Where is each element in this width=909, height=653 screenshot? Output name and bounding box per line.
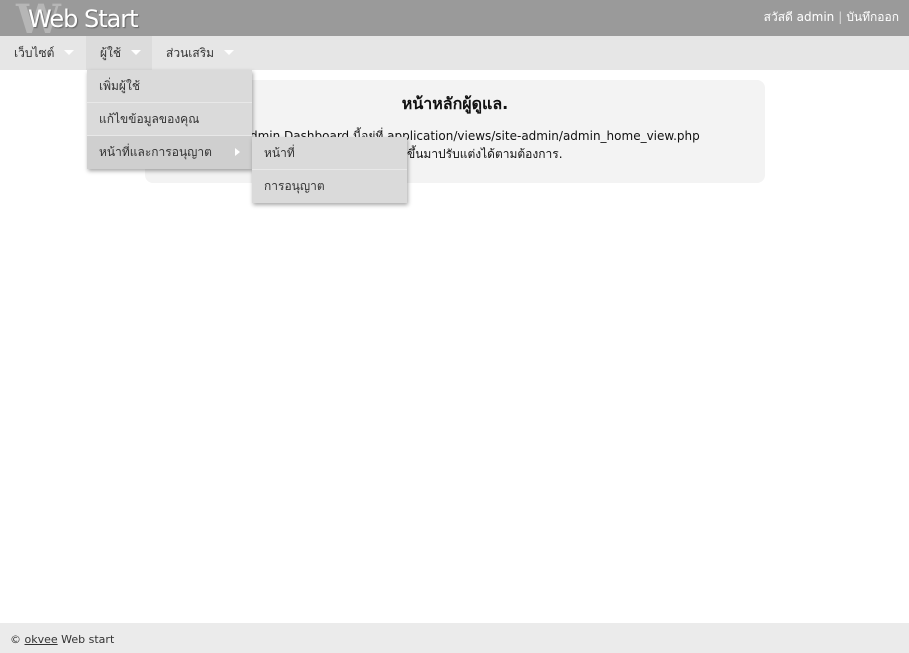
- footer-suffix: Web start: [57, 633, 115, 646]
- nav-item-addons[interactable]: ส่วนเสริม: [152, 36, 252, 70]
- chevron-down-icon: [131, 50, 142, 55]
- nav-item-label: ส่วนเสริม: [166, 46, 215, 60]
- menu-item-add-user[interactable]: เพิ่มผู้ใช้: [87, 70, 252, 103]
- menu-item-edit-profile[interactable]: แก้ไขข้อมูลของคุณ: [87, 103, 252, 136]
- description-line-2: ขึ้นมาปรับแต่งได้ตามต้องการ.: [407, 147, 563, 161]
- footer: © okvee Web start: [0, 623, 909, 653]
- nav-item-users[interactable]: ผู้ใช้: [86, 36, 152, 70]
- menu-item-label: หน้าที่และการอนุญาต: [99, 145, 212, 159]
- footer-okvee-link[interactable]: okvee: [25, 633, 58, 646]
- chevron-down-icon: [64, 50, 75, 55]
- main-nav: เว็บไซต์ ผู้ใช้ ส่วนเสริม: [0, 36, 909, 70]
- top-header-bar: W Web Start สวัสดี admin | บันทึกออก: [0, 0, 909, 43]
- userbar-separator: |: [838, 10, 843, 24]
- copyright-symbol: ©: [10, 633, 21, 646]
- menu-item-permissions[interactable]: การอนุญาต: [252, 170, 407, 203]
- roles-submenu: หน้าที่ การอนุญาต: [252, 137, 407, 203]
- chevron-right-icon: [235, 148, 240, 156]
- nav-item-label: ผู้ใช้: [100, 46, 122, 60]
- logout-link[interactable]: บันทึกออก: [846, 10, 899, 24]
- nav-item-label: เว็บไซต์: [14, 46, 55, 60]
- menu-item-roles[interactable]: หน้าที่: [252, 137, 407, 170]
- users-dropdown-menu: เพิ่มผู้ใช้ แก้ไขข้อมูลของคุณ หน้าที่และ…: [87, 70, 252, 169]
- chevron-down-icon: [224, 50, 235, 55]
- logo-text: Web Start: [28, 5, 139, 33]
- nav-item-website[interactable]: เว็บไซต์: [0, 36, 86, 70]
- user-bar: สวัสดี admin | บันทึกออก: [764, 8, 899, 27]
- greeting-text: สวัสดี admin: [763, 10, 835, 24]
- menu-item-roles-permissions[interactable]: หน้าที่และการอนุญาต: [87, 136, 252, 169]
- site-logo[interactable]: W Web Start: [14, 0, 164, 43]
